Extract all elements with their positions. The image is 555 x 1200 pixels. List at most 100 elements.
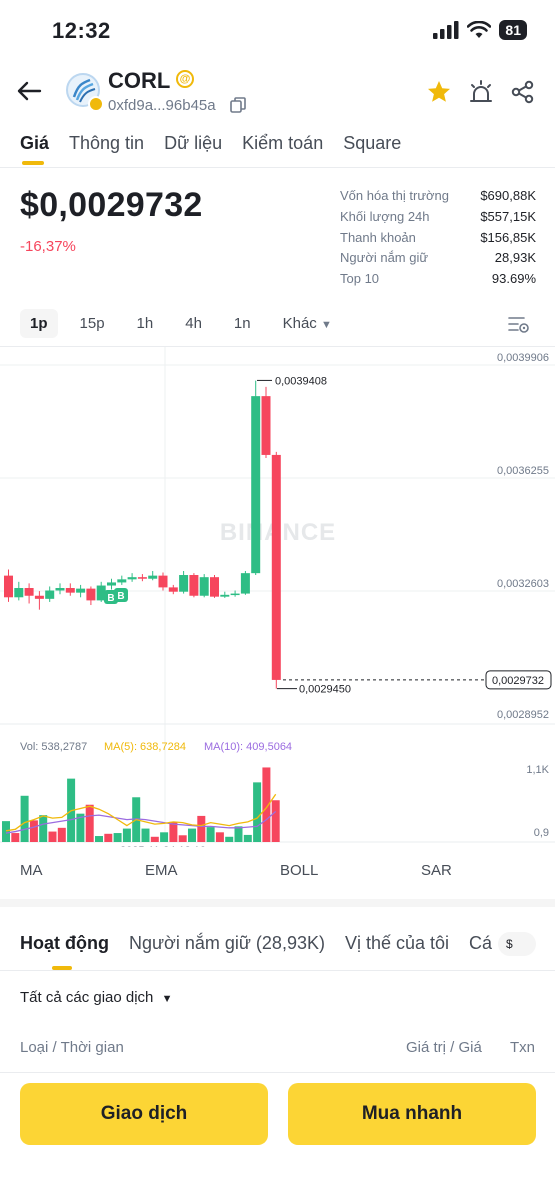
interval-1m[interactable]: 1p [20, 309, 58, 338]
volume-bar [113, 833, 122, 842]
candle-body [271, 454, 281, 680]
market-stats: Vốn hóa thị trường $690,88K Khối lượng 2… [340, 186, 536, 290]
cellular-signal-icon [433, 21, 459, 39]
volume-bar [188, 828, 196, 842]
tab-square[interactable]: Square [343, 133, 401, 154]
interval-more-dropdown[interactable]: Khác ▼ [273, 309, 342, 338]
active-tab-indicator [22, 161, 44, 165]
filter-label: Tất cả các giao dịch [20, 989, 154, 1006]
col-txn: Txn [510, 1039, 536, 1056]
price-chart[interactable]: 0,00399060,00362550,00326030,0028952BINA… [0, 347, 555, 847]
col-value-price: Giá trị / Giá [406, 1039, 482, 1056]
interval-1h[interactable]: 1h [127, 309, 164, 338]
volume-bar [20, 795, 29, 842]
candle-body [34, 595, 44, 599]
stat-label: Top 10 [340, 271, 380, 287]
tab-price[interactable]: Giá [20, 133, 49, 154]
candle-body [251, 396, 261, 574]
candle-body [168, 587, 178, 592]
activity-tabs: Hoạt động Người nắm giữ (28,93K) Vị thế … [20, 933, 492, 954]
contract-address: 0xfd9a...96b45a [108, 97, 216, 114]
candle-body [107, 582, 116, 586]
candle-body [220, 594, 230, 597]
volume-label: Vol: 538,2787 [20, 741, 87, 753]
divider [0, 1072, 555, 1073]
chart-settings-icon[interactable] [508, 315, 530, 335]
tab-info[interactable]: Thông tin [69, 133, 144, 154]
volume-tick-label: 0,9 [534, 827, 549, 839]
status-icons: 81 [433, 20, 527, 40]
tab-activity[interactable]: Hoạt động [20, 933, 109, 954]
volume-bar [150, 836, 159, 842]
caret-down-icon: ▼ [161, 993, 173, 1005]
candle-body [55, 588, 65, 591]
star-favorite-icon[interactable] [426, 79, 452, 105]
candle-body [65, 588, 75, 593]
crosshair-time-label: 2025-11-24 12:10 [120, 845, 206, 847]
tab-my-position[interactable]: Vị thế của tôi [345, 933, 449, 954]
candle-body [4, 575, 13, 598]
stat-value: $690,88K [480, 188, 536, 203]
ma5-label: MA(5): 638,7284 [104, 741, 186, 753]
battery-indicator: 81 [499, 20, 527, 40]
indicator-sar[interactable]: SAR [421, 862, 452, 879]
interval-1d[interactable]: 1n [224, 309, 261, 338]
candle-body [45, 590, 55, 599]
stat-liquidity: Thanh khoản $156,85K [340, 228, 536, 249]
stat-value: $557,15K [480, 208, 536, 224]
interval-15m[interactable]: 15p [70, 309, 115, 338]
low-price-label: 0,0029450 [299, 684, 351, 696]
divider [0, 167, 555, 168]
divider [0, 970, 555, 971]
y-tick-label: 0,0032603 [497, 578, 549, 590]
indicator-ma[interactable]: MA [20, 862, 43, 879]
tab-more[interactable]: Cá [469, 933, 492, 954]
volume-bar [104, 833, 113, 842]
stat-volume-24h: Khối lượng 24h $557,15K [340, 207, 536, 228]
stat-value: $156,85K [480, 229, 536, 245]
copy-icon[interactable] [230, 97, 246, 113]
stat-label: Người nắm giữ [340, 250, 429, 266]
volume-bar [85, 804, 94, 842]
tab-data[interactable]: Dữ liệu [164, 133, 222, 154]
token-name: CORL [108, 68, 171, 93]
price-change: -16,37% [20, 238, 76, 255]
volume-bar [57, 827, 66, 842]
caret-down-icon: ▼ [320, 319, 332, 331]
tab-audit[interactable]: Kiểm toán [242, 133, 323, 154]
ma10-label: MA(10): 409,5064 [204, 741, 292, 753]
y-tick-label: 0,0036255 [497, 465, 549, 477]
interval-selector: 1p 15p 1h 4h 1n Khác ▼ [20, 309, 354, 338]
price-alert-icon[interactable] [468, 79, 494, 105]
indicator-boll[interactable]: BOLL [280, 862, 318, 879]
currency-toggle[interactable]: $ [498, 932, 536, 956]
share-icon[interactable] [510, 79, 536, 105]
quick-buy-button[interactable]: Mua nhanh [288, 1083, 536, 1145]
stat-holders: Người nắm giữ 28,93K [340, 248, 536, 269]
volume-bar [243, 834, 252, 842]
back-arrow-icon[interactable] [14, 76, 44, 106]
interval-4h[interactable]: 4h [175, 309, 212, 338]
volume-bar [11, 833, 20, 842]
transaction-filter-dropdown[interactable]: Tất cả các giao dịch ▼ [20, 989, 172, 1006]
tab-holders[interactable]: Người nắm giữ (28,93K) [129, 933, 325, 954]
at-icon[interactable]: @ [176, 70, 194, 88]
trade-button[interactable]: Giao dịch [20, 1083, 268, 1145]
chain-badge-icon [88, 96, 104, 112]
current-price: $0,0029732 [20, 186, 203, 224]
candle-body [148, 575, 158, 579]
volume-bar [197, 815, 206, 842]
volume-bar [141, 828, 150, 842]
candle-body [86, 588, 96, 601]
volume-bar [95, 836, 103, 842]
candle-body [179, 575, 189, 592]
candle-body [199, 577, 209, 596]
volume-bar [215, 832, 224, 842]
stat-value: 28,93K [494, 250, 536, 266]
volume-bar [122, 828, 131, 842]
indicator-ema[interactable]: EMA [145, 862, 178, 879]
volume-tick-label: 1,1K [526, 764, 549, 776]
volume-bar [39, 815, 48, 842]
candle-body [127, 577, 137, 580]
candle-body [261, 396, 271, 455]
